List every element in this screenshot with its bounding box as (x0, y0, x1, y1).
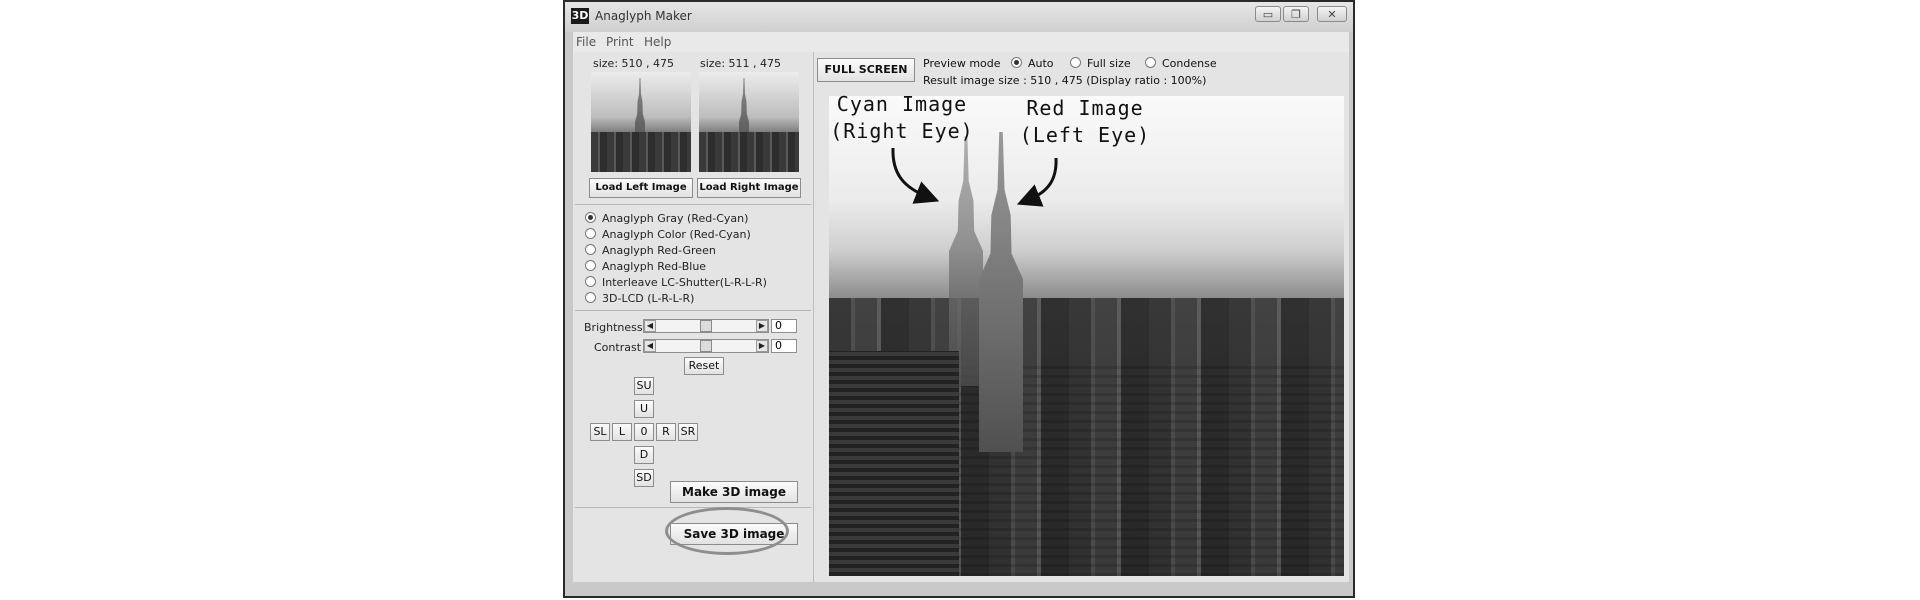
arrow-to-cyan-icon (891, 147, 940, 204)
annotation-arrows (891, 147, 1058, 207)
save-button-highlight (665, 507, 789, 555)
arrow-to-red-icon (1016, 157, 1058, 207)
